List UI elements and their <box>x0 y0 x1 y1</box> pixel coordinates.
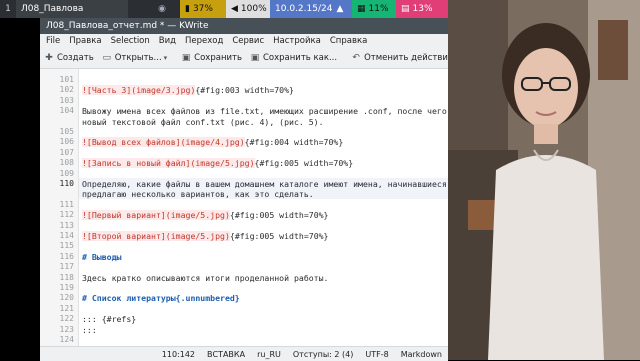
menu-go[interactable]: Переход <box>185 36 223 46</box>
text-line: ::: {#refs} <box>82 314 137 325</box>
cpu-indicator: ▦ 11% <box>352 0 396 18</box>
open-button[interactable]: ▭ Открыть... ▾ <box>102 53 167 63</box>
network-indicator: 10.0.2.15/24 ▲ <box>270 0 352 18</box>
image-attributes: {#fig:005 width=70%} <box>229 210 329 221</box>
input-mode[interactable]: ВСТАВКА <box>207 350 245 359</box>
dictionary-language[interactable]: ru_RU <box>257 350 281 359</box>
folder-open-icon: ▭ <box>102 53 111 63</box>
line-number: 108 <box>59 158 74 168</box>
menu-file[interactable]: File <box>46 36 60 46</box>
workspace-indicator[interactable]: 1 <box>0 0 16 18</box>
markdown-heading: # Список литературы{.unnumbered} <box>82 293 240 304</box>
cpu-icon: ▦ <box>357 4 366 14</box>
menu-view[interactable]: Вид <box>159 36 176 46</box>
menu-settings[interactable]: Настройка <box>273 36 321 46</box>
save-button[interactable]: ▣ Сохранить <box>181 53 242 63</box>
syntax-mode-selector[interactable]: Markdown <box>401 350 442 359</box>
new-document-icon: ✚ <box>45 53 53 63</box>
window-titlebar[interactable]: Л08_Павлова_отчет.md * — KWrite <box>40 18 448 34</box>
chevron-down-icon[interactable]: ▾ <box>164 54 168 62</box>
line-number-gutter: 101 102 103 104 105 106 107 108 109 110 111 112 113 1… <box>40 69 79 346</box>
image-link: ![Первый вариант](image/5.jpg) <box>82 210 230 221</box>
webcam-overlay <box>448 0 640 360</box>
line-number: 110 <box>59 179 74 188</box>
line-number: 109 <box>59 168 74 178</box>
line-number: 123 <box>59 324 74 334</box>
markdown-image-line: ![Часть 3](image/3.jpg){#fig:003 width=7… <box>82 85 294 96</box>
image-link: ![Часть 3](image/3.jpg) <box>82 85 196 96</box>
status-bar: 110:142 ВСТАВКА ru_RU Отступы: 2 (4) UTF… <box>40 346 448 361</box>
text-line: предлагаю несколько вариантов, как это с… <box>82 189 314 200</box>
line-number: 116 <box>59 251 74 261</box>
save-as-icon: ▣ <box>250 53 260 63</box>
image-attributes: {#fig:005 width=70%} <box>254 158 354 169</box>
cursor-position[interactable]: 110:142 <box>162 350 195 359</box>
window-title: Л08_Павлова_отчет.md * — KWrite <box>46 21 209 31</box>
menu-bar: File Правка Selection Вид Переход Сервис… <box>40 34 448 48</box>
top-panel: 1 Л08_Павлова ◉ ▮ 37% ◀ 100% 10.0.2.15/2… <box>0 0 448 18</box>
line-number: 117 <box>59 262 74 272</box>
line-number: 121 <box>59 303 74 313</box>
image-attributes: {#fig:005 width=70%} <box>229 231 329 241</box>
line-number: 118 <box>59 272 74 282</box>
encoding-selector[interactable]: UTF-8 <box>365 350 388 359</box>
panel-window-title[interactable]: Л08_Павлова <box>16 0 128 18</box>
line-number: 115 <box>59 241 74 251</box>
line-number: 104 <box>59 106 74 116</box>
image-attributes: {#fig:003 width=70%} <box>195 85 294 96</box>
menu-selection[interactable]: Selection <box>111 36 150 46</box>
line-number: 105 <box>59 127 74 136</box>
save-icon: ▣ <box>181 53 191 63</box>
undo-button[interactable]: ↶ Отменить действие <box>351 53 453 63</box>
line-number: 124 <box>59 335 74 344</box>
line-number: 120 <box>59 293 74 303</box>
line-number: 107 <box>59 147 74 157</box>
webcam-person-image <box>448 0 640 360</box>
save-as-button[interactable]: ▣ Сохранить как... <box>250 53 337 63</box>
markdown-image-line: ![Второй вариант](image/5.jpg){#fig:005 … <box>82 231 328 241</box>
image-attributes: {#fig:004 width=70%} <box>244 137 344 148</box>
line-number: 113 <box>59 220 74 230</box>
main-toolbar: ✚ Создать ▭ Открыть... ▾ ▣ Сохранить ▣ С… <box>40 48 453 69</box>
image-link: ![Вывод всех файлов](image/4.jpg) <box>82 137 245 148</box>
undo-icon: ↶ <box>352 53 360 63</box>
kwrite-window: Л08_Павлова_отчет.md * — KWrite File Пра… <box>40 18 549 361</box>
battery-indicator: ▮ 37% <box>180 0 226 18</box>
menu-tools[interactable]: Сервис <box>232 36 264 46</box>
line-number: 112 <box>59 210 74 220</box>
indentation-setting[interactable]: Отступы: 2 (4) <box>293 350 354 359</box>
menu-edit[interactable]: Правка <box>69 36 101 46</box>
menu-help[interactable]: Справка <box>330 36 367 46</box>
line-number: 111 <box>59 199 74 209</box>
image-link: ![Запись в новый файл](image/5.jpg) <box>82 158 255 169</box>
line-number: 103 <box>59 95 74 105</box>
text-editor[interactable]: 101 102 103 104 105 106 107 108 109 110 111 112 113 1… <box>40 69 549 346</box>
memory-indicator: ▤ 13% <box>396 0 448 18</box>
wifi-icon: ▲ <box>336 4 344 14</box>
markdown-image-line: ![Вывод всех файлов](image/4.jpg){#fig:0… <box>82 137 344 148</box>
image-link: ![Второй вариант](image/5.jpg) <box>82 231 230 241</box>
eye-off-icon: ◉ <box>144 0 180 18</box>
text-line: Здесь кратко описываются итоги проделанн… <box>82 272 329 283</box>
line-number: 114 <box>59 231 74 240</box>
line-number: 102 <box>59 85 74 95</box>
speaker-icon: ◀ <box>231 4 238 14</box>
markdown-heading: # Выводы <box>82 251 122 262</box>
memory-icon: ▤ <box>401 4 410 14</box>
text-line: ::: <box>82 324 97 335</box>
battery-icon: ▮ <box>185 4 190 14</box>
line-number: 119 <box>59 283 74 292</box>
volume-indicator: ◀ 100% <box>226 0 270 18</box>
markdown-image-line: ![Первый вариант](image/5.jpg){#fig:005 … <box>82 210 329 221</box>
new-button[interactable]: ✚ Создать <box>44 53 93 63</box>
markdown-image-line: ![Запись в новый файл](image/5.jpg){#fig… <box>82 158 354 169</box>
line-number: 106 <box>59 137 74 147</box>
line-number: 122 <box>59 314 74 324</box>
text-line: новый текстовой файл conf.txt (рис. 4), … <box>82 116 324 127</box>
line-number: 101 <box>59 75 74 84</box>
